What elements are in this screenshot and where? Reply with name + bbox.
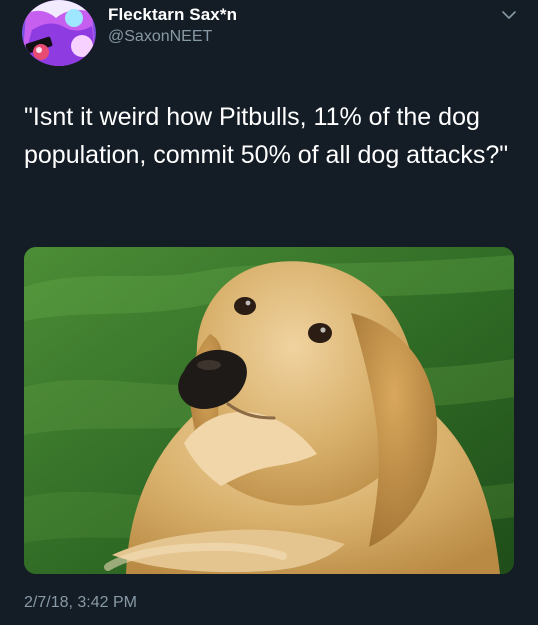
display-name[interactable]: Flecktarn Sax*n	[108, 5, 237, 25]
dog-photo[interactable]	[24, 247, 514, 574]
avatar[interactable]	[22, 0, 96, 66]
tweet-text: "Isnt it weird how Pitbulls, 11% of the …	[24, 103, 509, 169]
timestamp[interactable]: 2/7/18, 3:42 PM	[24, 594, 137, 612]
tweet-card: Flecktarn Sax*n @SaxonNEET "Isnt it weir…	[0, 0, 538, 625]
handle[interactable]: @SaxonNEET	[108, 28, 212, 46]
chevron-down-icon[interactable]	[498, 4, 520, 26]
